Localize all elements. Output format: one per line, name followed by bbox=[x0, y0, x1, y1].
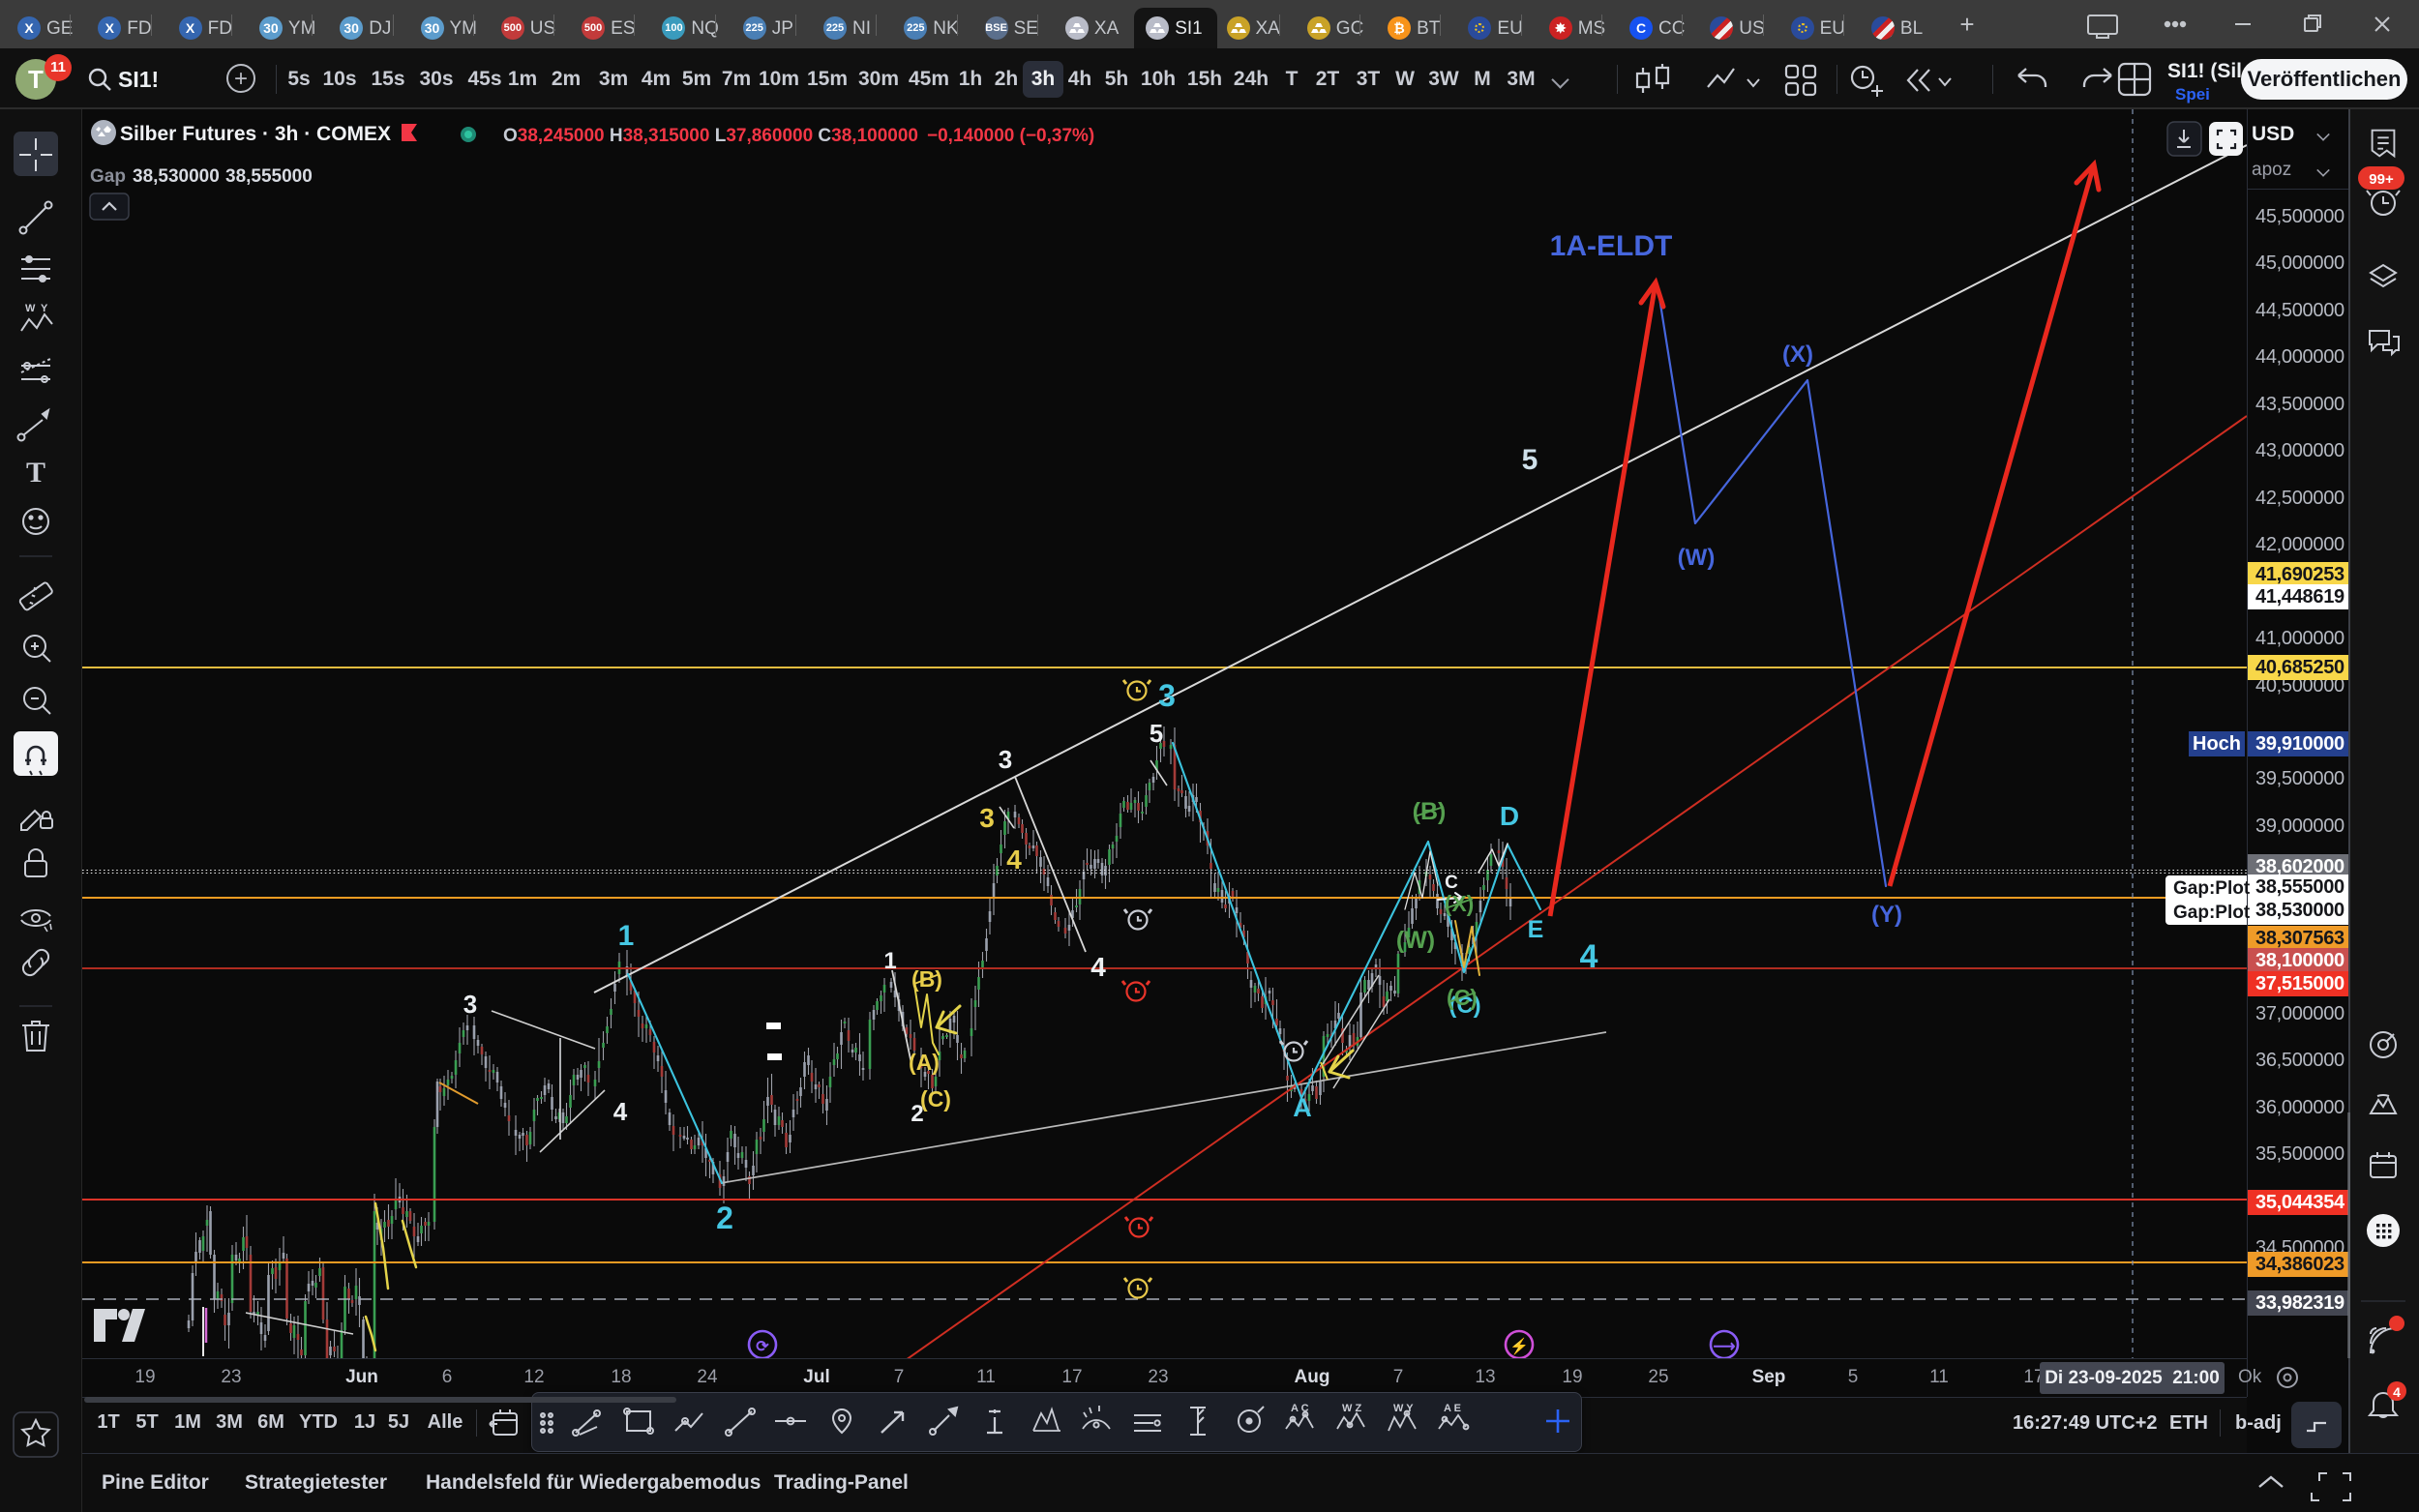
svg-text:38,555000: 38,555000 bbox=[225, 166, 313, 187]
svg-text:1A-ELDT: 1A-ELDT bbox=[1550, 230, 1673, 262]
svg-text:4: 4 bbox=[1580, 938, 1598, 975]
svg-text:3: 3 bbox=[1158, 678, 1176, 713]
svg-text:T: T bbox=[26, 457, 45, 489]
svg-text:3: 3 bbox=[979, 803, 995, 833]
svg-text:A E: A E bbox=[1444, 1403, 1461, 1414]
svg-text:5: 5 bbox=[1522, 444, 1538, 476]
svg-text:E: E bbox=[1528, 916, 1544, 943]
svg-text:O38,245000 H38,315000 L37,86: O38,245000 H38,315000 L37,860000 C38,100… bbox=[503, 126, 918, 146]
svg-text:W Z: W Z bbox=[1342, 1403, 1361, 1414]
svg-text:3: 3 bbox=[463, 990, 477, 1019]
svg-text:4: 4 bbox=[1090, 952, 1106, 982]
svg-text:D: D bbox=[1500, 801, 1519, 831]
svg-text:(X): (X) bbox=[1782, 341, 1813, 368]
svg-text:2: 2 bbox=[716, 1201, 733, 1235]
svg-text:(W): (W) bbox=[1396, 927, 1435, 954]
svg-text:(C): (C) bbox=[920, 1086, 951, 1112]
svg-text:4: 4 bbox=[2393, 1384, 2401, 1400]
svg-text:−0,140000 (−0,37%): −0,140000 (−0,37%) bbox=[927, 126, 1094, 146]
svg-text:C: C bbox=[1445, 873, 1458, 893]
svg-text:3: 3 bbox=[999, 745, 1012, 774]
svg-text:Silber Futures · 3h · COMEX: Silber Futures · 3h · COMEX bbox=[120, 123, 391, 145]
svg-text:99+: 99+ bbox=[2369, 171, 2394, 188]
svg-text:4: 4 bbox=[613, 1097, 628, 1126]
svg-text:⚡: ⚡ bbox=[1509, 1337, 1529, 1355]
svg-text:4: 4 bbox=[1006, 845, 1022, 875]
svg-text:38,530000: 38,530000 bbox=[133, 166, 220, 187]
svg-text:A: A bbox=[1293, 1093, 1312, 1122]
svg-text:⟳: ⟳ bbox=[756, 1339, 769, 1355]
svg-text:(A): (A) bbox=[909, 1050, 940, 1075]
svg-text:Y: Y bbox=[41, 303, 48, 314]
svg-text:(Y): (Y) bbox=[1871, 902, 1902, 928]
svg-text:Gap: Gap bbox=[90, 166, 126, 187]
svg-text:5: 5 bbox=[1150, 719, 1163, 748]
svg-text:⟶: ⟶ bbox=[1714, 1339, 1736, 1355]
svg-text:1: 1 bbox=[618, 920, 635, 952]
svg-text:W: W bbox=[25, 303, 36, 314]
svg-text:1: 1 bbox=[883, 948, 896, 974]
svg-text:W Y: W Y bbox=[1393, 1403, 1414, 1414]
svg-text:(W): (W) bbox=[1678, 545, 1716, 571]
